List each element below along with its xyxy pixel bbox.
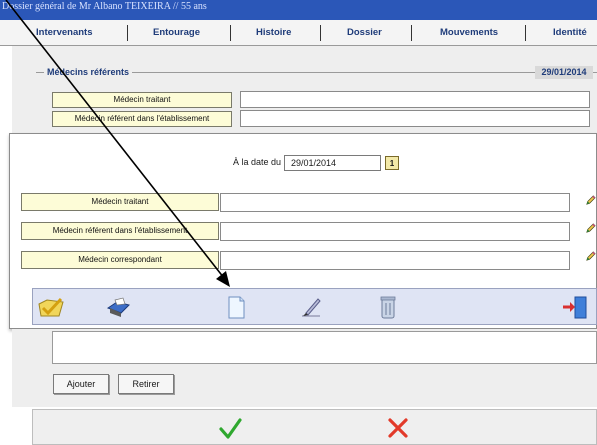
medecin-traitant-field[interactable] [220, 193, 570, 212]
check-folder-icon[interactable] [37, 294, 67, 320]
window-title: Dossier général de Mr Albano TEIXEIRA //… [2, 1, 207, 12]
cancel-cross-icon[interactable] [387, 417, 409, 439]
dialog-toolbar [32, 288, 597, 325]
lower-list-field[interactable] [52, 331, 597, 364]
edit-pen-icon[interactable] [298, 296, 324, 320]
edit-pencil-icon[interactable] [585, 251, 596, 262]
window-title-bar: Dossier général de Mr Albano TEIXEIRA //… [0, 0, 597, 20]
tab-separator [127, 25, 128, 41]
medecin-referent-field[interactable] [220, 222, 570, 241]
validation-bar [32, 409, 597, 445]
trash-icon[interactable] [379, 294, 397, 321]
tab-histoire[interactable]: Histoire [256, 27, 291, 38]
medecin-correspondant-field[interactable] [220, 251, 570, 270]
new-document-icon[interactable] [226, 295, 246, 320]
tab-intervenants[interactable]: Intervenants [36, 27, 93, 38]
background-medecin-referent-field[interactable] [240, 110, 590, 127]
date-input[interactable]: 29/01/2014 [284, 155, 381, 171]
remove-button[interactable]: Retirer [118, 374, 174, 394]
edit-pencil-icon[interactable] [585, 223, 596, 234]
printer-icon[interactable] [105, 296, 131, 318]
tab-identite[interactable]: Identité [553, 27, 587, 38]
tab-entourage[interactable]: Entourage [153, 27, 200, 38]
background-medecin-traitant-field[interactable] [240, 91, 590, 108]
medecin-referent-button[interactable]: Médecin référent dans l'établissement [21, 222, 219, 240]
background-date-badge: 29/01/2014 [535, 66, 593, 79]
tab-dossier[interactable]: Dossier [347, 27, 382, 38]
calendar-icon[interactable]: 1 [385, 156, 399, 170]
exit-door-icon[interactable] [561, 295, 589, 320]
edit-pencil-icon[interactable] [585, 195, 596, 206]
background-medecin-traitant-button[interactable]: Médecin traitant [52, 92, 232, 108]
group-title: Médecins référents [44, 67, 133, 77]
date-label: À la date du [233, 157, 282, 167]
add-button[interactable]: Ajouter [53, 374, 109, 394]
tab-separator [320, 25, 321, 41]
medecin-traitant-button[interactable]: Médecin traitant [21, 193, 219, 211]
tab-separator [525, 25, 526, 41]
tab-bar: Intervenants Entourage Histoire Dossier … [0, 20, 597, 46]
tab-separator [411, 25, 412, 41]
medecin-correspondant-button[interactable]: Médecin correspondant [21, 251, 219, 269]
tab-separator [230, 25, 231, 41]
background-medecin-referent-button[interactable]: Médecin référent dans l'établissement [52, 111, 232, 127]
tab-mouvements[interactable]: Mouvements [440, 27, 498, 38]
confirm-check-icon[interactable] [218, 417, 242, 441]
